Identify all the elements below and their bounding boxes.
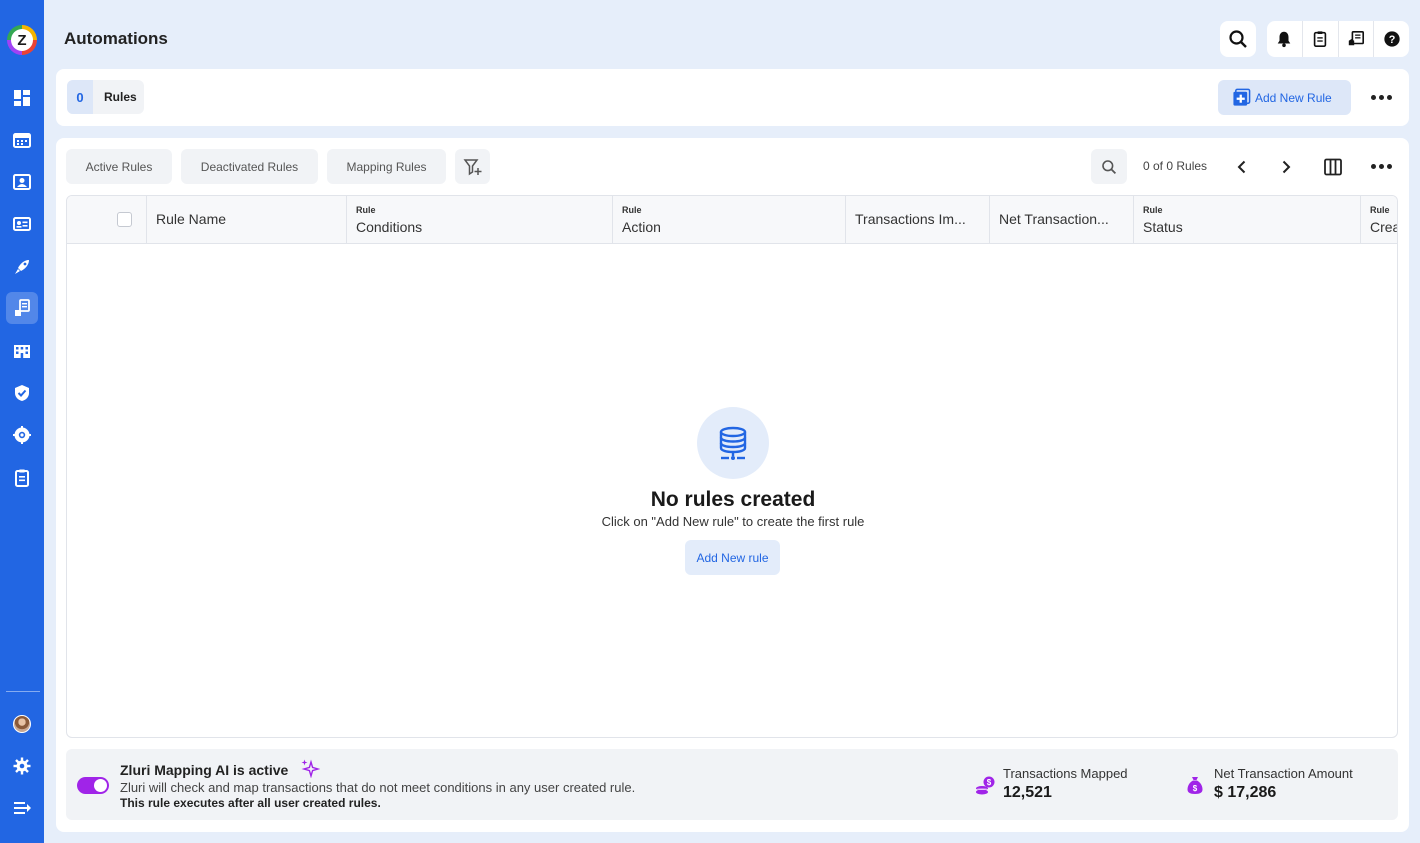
column-label: Crea [1370,219,1398,235]
money-bag-icon: $ [1187,777,1203,794]
search-icon [1102,159,1117,174]
column-label: Conditions [356,219,423,235]
tasks-button[interactable] [1303,21,1339,57]
column-transactions-imported[interactable]: Transactions Im... [846,196,990,243]
shield-check-icon[interactable] [6,377,38,409]
column-label: Transactions Im... [855,211,966,227]
columns-icon [1324,158,1342,176]
rules-count-pill[interactable]: 0 Rules [67,80,144,114]
mapping-ai-note: This rule executes after all user create… [120,796,381,810]
pagination-count: 0 of 0 Rules [1143,159,1208,173]
column-net-transaction[interactable]: Net Transaction... [990,196,1134,243]
next-page-button[interactable] [1274,155,1298,179]
global-search-button[interactable] [1220,21,1256,57]
clipboard-icon[interactable] [6,462,38,494]
automation-icon[interactable] [6,292,38,324]
chevron-left-icon [1237,160,1246,174]
empty-state-illustration [697,407,769,479]
column-label: Action [622,219,661,235]
table-header: Rule Name Rule Conditions Rule Action Tr… [67,196,1398,244]
notes-button[interactable] [1339,21,1375,57]
sidebar-divider [6,691,40,692]
prev-page-button[interactable] [1230,155,1254,179]
column-label: Rule Name [156,211,227,227]
header-actions: ? [1267,21,1409,57]
columns-button[interactable] [1321,155,1345,179]
column-group-label: Rule [1143,205,1163,215]
select-all-checkbox[interactable] [117,212,132,227]
mapping-ai-banner: Zluri Mapping AI is active Zluri will ch… [66,749,1398,820]
id-card-icon[interactable] [6,208,38,240]
column-group-label: Rule [356,205,376,215]
dashboard-icon[interactable] [6,82,38,114]
column-label: Status [1143,219,1183,235]
add-new-rule-label: Add New Rule [1255,90,1332,105]
empty-state-subtitle: Click on "Add New rule" to create the fi… [601,514,865,529]
add-square-icon [1233,88,1251,106]
net-transaction-amount-value: $ 17,286 [1214,784,1277,801]
empty-add-new-rule-button[interactable]: Add New rule [685,540,780,575]
help-button[interactable]: ? [1374,21,1409,57]
integrations-icon[interactable] [6,419,38,451]
net-transaction-amount-label: Net Transaction Amount [1214,766,1353,781]
more-options-icon[interactable] [1371,95,1392,100]
empty-state-title: No rules created [650,488,816,511]
mapping-ai-title: Zluri Mapping AI is active [120,762,289,778]
user-card-icon[interactable] [6,166,38,198]
rules-table-card: Active Rules Deactivated Rules Mapping R… [56,138,1409,832]
rules-table: Rule Name Rule Conditions Rule Action Tr… [66,195,1398,738]
transactions-mapped-value: 12,521 [1003,784,1052,801]
svg-text:$: $ [1193,784,1198,793]
column-action[interactable]: Rule Action [613,196,846,243]
logo-letter: Z [11,29,33,51]
notes-icon [1348,30,1364,46]
avatar[interactable] [13,715,31,733]
rules-count-label: Rules [104,90,137,104]
rules-count: 0 [67,80,93,114]
add-filter-button[interactable] [455,149,490,184]
page-title: Automations [64,29,168,48]
bell-icon [1278,31,1291,48]
zluri-logo[interactable]: Z [7,25,37,55]
chevron-right-icon [1282,160,1291,174]
filter-add-icon [463,158,481,175]
help-icon: ? [1383,31,1400,47]
collapse-menu-icon[interactable] [6,792,38,824]
svg-text:?: ? [1388,34,1395,46]
coins-icon: $ [976,776,995,795]
database-icon [719,426,747,460]
rules-summary-bar: 0 Rules Add New Rule [56,69,1409,126]
toggle-knob [94,779,107,792]
column-label: Net Transaction... [999,211,1109,227]
column-rule-name[interactable]: Rule Name [147,196,347,243]
notifications-button[interactable] [1267,21,1303,57]
svg-text:$: $ [987,778,992,787]
search-icon [1229,30,1247,48]
table-search-button[interactable] [1091,149,1127,184]
clipboard-icon [1313,31,1327,48]
building-icon[interactable] [6,335,38,367]
table-more-options-icon[interactable] [1371,164,1392,169]
gear-icon[interactable] [6,750,38,782]
calendar-icon[interactable] [6,124,38,156]
rocket-icon[interactable] [6,251,38,283]
tab-deactivated-rules[interactable]: Deactivated Rules [181,149,318,184]
tab-mapping-rules[interactable]: Mapping Rules [327,149,446,184]
mapping-ai-toggle[interactable] [77,777,109,794]
sparkle-icon [301,759,320,778]
column-created[interactable]: Rule Crea [1361,196,1398,243]
column-group-label: Rule [1370,205,1390,215]
mapping-ai-description: Zluri will check and map transactions th… [120,780,636,795]
add-new-rule-button[interactable]: Add New Rule [1218,80,1351,115]
sidebar: Z [0,0,44,843]
column-group-label: Rule [622,205,642,215]
tab-active-rules[interactable]: Active Rules [66,149,172,184]
select-all-column [67,196,147,243]
transactions-mapped-label: Transactions Mapped [1003,766,1128,781]
column-status[interactable]: Rule Status [1134,196,1361,243]
column-conditions[interactable]: Rule Conditions [347,196,613,243]
